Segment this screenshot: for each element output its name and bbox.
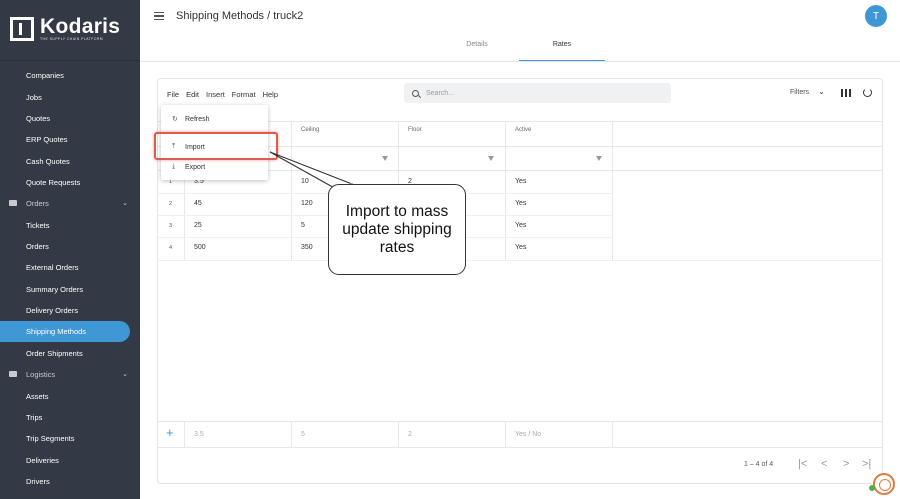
chat-icon[interactable] [873, 473, 895, 495]
online-status-icon [869, 485, 875, 491]
annotation-callout: Import to mass update shipping rates [328, 184, 466, 275]
